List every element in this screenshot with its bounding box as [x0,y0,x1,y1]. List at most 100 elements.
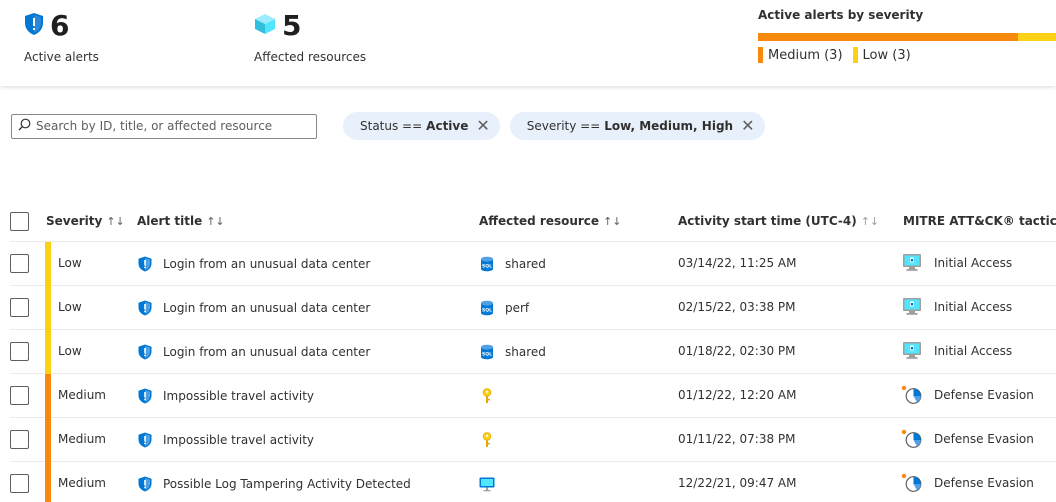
row-checkbox[interactable] [10,386,29,405]
alert-shield-icon [137,476,153,492]
mitre-tactic-label: Initial Access [934,300,1013,314]
severity-indicator [45,418,51,462]
select-all-checkbox[interactable] [10,212,29,231]
severity-chart: Active alerts by severity Medium (3) Low… [758,8,1056,63]
column-mitre-tactics[interactable]: MITRE ATT&CK® tactics [903,214,1056,228]
alert-shield-icon [137,256,153,272]
activity-start-cell: 01/18/22, 02:30 PM [678,344,796,358]
mitre-tactic-label: Defense Evasion [934,388,1034,402]
alert-title-cell[interactable]: Login from an unusual data center [137,344,370,360]
activity-start-cell: 03/14/22, 11:25 AM [678,256,797,270]
affected-resources-count: 5 [282,9,302,42]
severity-filter-pill[interactable]: Severity == Low, Medium, High ✕ [509,112,765,140]
column-affected-resource[interactable]: Affected resource ↑↓ [479,214,622,228]
severity-indicator [45,330,51,374]
table-row[interactable]: Medium Impossible travel activity 01/11/22… [10,418,1056,462]
table-row[interactable]: Low Login from an unusual data center SQL s… [10,330,1056,374]
close-icon[interactable]: ✕ [741,118,754,134]
alert-title-cell[interactable]: Login from an unusual data center [137,300,370,316]
severity-cell: Medium [58,388,106,402]
mitre-tactic-cell: Initial Access [901,341,1012,361]
severity-cell: Low [58,300,82,314]
affected-resource-name: shared [505,257,546,271]
row-checkbox[interactable] [10,474,29,493]
column-mitre-label: MITRE ATT&CK® tactics [903,214,1056,228]
monitor-icon [479,476,495,492]
affected-resource-cell[interactable] [479,388,505,404]
initial-access-icon [901,253,923,273]
alert-shield-icon [137,300,153,316]
sort-icon: ↑↓ [206,215,225,228]
severity-cell: Medium [58,476,106,490]
severity-cell: Low [58,256,82,270]
severity-bar-low[interactable] [1018,33,1056,41]
summary-bar: 6 Active alerts 5 Affected resources Act… [0,0,1056,86]
severity-filter-prefix: Severity == [526,119,601,133]
severity-cell: Medium [58,432,106,446]
row-checkbox[interactable] [10,298,29,317]
affected-resource-cell[interactable]: SQL shared [479,256,546,272]
table-row[interactable]: Low Login from an unusual data center SQL s… [10,242,1056,286]
row-checkbox[interactable] [10,342,29,361]
alerts-table: Severity ↑↓ Alert title ↑↓ Affected resour… [10,202,1056,502]
close-icon[interactable]: ✕ [476,118,489,134]
search-box[interactable] [11,113,317,139]
alert-title: Impossible travel activity [163,389,315,403]
severity-indicator [45,242,51,286]
affected-resource-cell[interactable] [479,432,505,448]
svg-text:SQL: SQL [482,308,492,314]
active-alerts-label: Active alerts [24,50,99,64]
legend-low[interactable]: Low (3) [852,47,911,63]
mitre-tactic-cell: Defense Evasion [901,429,1034,449]
column-alert-title[interactable]: Alert title ↑↓ [137,214,225,228]
status-filter-pill[interactable]: Status == Active ✕ [343,112,500,140]
activity-start-cell: 01/12/22, 12:20 AM [678,388,797,402]
severity-bar-medium[interactable] [758,33,1018,41]
mitre-tactic-cell: Initial Access [901,253,1012,273]
legend-medium-label: Medium (3) [768,47,843,63]
alert-title: Impossible travel activity [163,433,315,447]
cube-icon [254,13,276,39]
column-title-label: Alert title [137,214,203,228]
active-alerts-kpi[interactable]: 6 Active alerts [24,9,99,65]
affected-resources-kpi[interactable]: 5 Affected resources [254,9,366,65]
severity-indicator [45,374,51,418]
table-body: Low Login from an unusual data center SQL s… [10,242,1056,502]
column-activity-start[interactable]: Activity start time (UTC-4) ↑↓ [678,214,879,228]
mitre-tactic-cell: Initial Access [901,297,1012,317]
mitre-tactic-cell: Defense Evasion [901,385,1034,405]
alert-title-cell[interactable]: Impossible travel activity [137,388,314,404]
alert-title-cell[interactable]: Possible Log Tampering Activity Detected [137,476,411,492]
alert-title: Login from an unusual data center [163,257,371,271]
alert-title: Possible Log Tampering Activity Detected [163,477,411,491]
row-checkbox[interactable] [10,254,29,273]
svg-text:SQL: SQL [482,352,492,358]
affected-resource-cell[interactable]: SQL perf [479,300,529,316]
column-resource-label: Affected resource [479,214,600,228]
table-row[interactable]: Medium Possible Log Tampering Activity De… [10,462,1056,502]
severity-cell: Low [58,344,82,358]
initial-access-icon [901,341,923,361]
row-checkbox[interactable] [10,430,29,449]
affected-resource-cell[interactable]: SQL shared [479,344,546,360]
severity-filter-value: Low, Medium, High [604,119,734,133]
mitre-tactic-label: Initial Access [934,256,1013,270]
defense-evasion-icon [901,429,923,449]
column-severity[interactable]: Severity ↑↓ [46,214,125,228]
defense-evasion-icon [901,473,923,493]
alert-shield-icon [137,344,153,360]
mitre-tactic-cell: Defense Evasion [901,473,1034,493]
alert-title-cell[interactable]: Login from an unusual data center [137,256,370,272]
legend-medium[interactable]: Medium (3) [758,47,843,63]
table-row[interactable]: Medium Impossible travel activity 01/12/22… [10,374,1056,418]
activity-start-cell: 12/22/21, 09:47 AM [678,476,797,490]
affected-resource-cell[interactable] [479,476,505,492]
table-row[interactable]: Low Login from an unusual data center SQL p… [10,286,1056,330]
initial-access-icon [901,297,923,317]
sort-icon: ↑↓ [860,215,880,228]
mitre-tactic-label: Defense Evasion [934,432,1034,446]
search-icon [18,118,31,135]
alert-title-cell[interactable]: Impossible travel activity [137,432,314,448]
active-alerts-count: 6 [50,9,70,42]
search-input[interactable] [36,119,306,133]
